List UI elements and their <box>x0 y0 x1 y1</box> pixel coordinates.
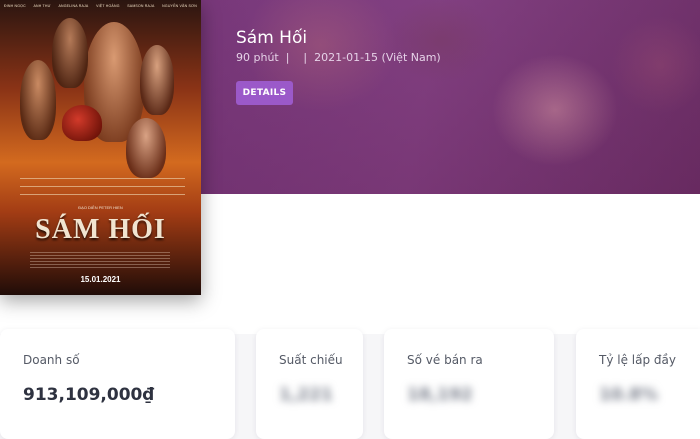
poster-director: ĐẠO DIỄN PETER HIEN <box>78 205 123 210</box>
poster-release-date: 15.01.2021 <box>80 275 121 284</box>
poster-cast-name: SAMSON RAJA <box>127 4 155 8</box>
movie-meta: 90 phút | | 2021-01-15 (Việt Nam) <box>236 51 441 64</box>
poster-title: SÁM HỐI <box>35 214 166 245</box>
boxing-glove <box>62 105 102 141</box>
ring-rope <box>20 186 185 187</box>
poster-cast-list: ĐINH NGỌC ANH THƯ ANGELINA RAJA VIỆT HOÀ… <box>4 4 197 8</box>
poster-cast-name: NGUYỄN VĂN SƠN <box>162 4 197 8</box>
stat-label: Suất chiếu <box>279 353 343 367</box>
movie-poster: ĐINH NGỌC ANH THƯ ANGELINA RAJA VIỆT HOÀ… <box>0 0 201 295</box>
stat-value: 10.8% <box>599 385 658 405</box>
stat-card-revenue: Doanh số 913,109,000₫ <box>0 329 235 439</box>
poster-figure <box>126 118 166 178</box>
poster-figure <box>20 60 56 140</box>
poster-figure <box>52 18 88 88</box>
stat-card-showtimes: Suất chiếu 1,221 <box>256 329 363 439</box>
poster-cast-name: VIỆT HOÀNG <box>96 4 120 8</box>
movie-title: Sám Hối <box>236 28 308 48</box>
stat-value: 913,109,000₫ <box>23 385 155 405</box>
stat-label: Tỷ lệ lấp đầy <box>599 353 676 367</box>
ring-rope <box>20 194 185 195</box>
stat-card-tickets: Số vé bán ra 18,192 <box>384 329 554 439</box>
details-button[interactable]: DETAILS <box>236 81 293 105</box>
poster-cast-name: ĐINH NGỌC <box>4 4 26 8</box>
poster-figure <box>140 45 174 115</box>
stat-card-occupancy: Tỷ lệ lấp đầy 10.8% <box>576 329 700 439</box>
poster-cast-name: ANGELINA RAJA <box>58 4 89 8</box>
stat-label: Doanh số <box>23 353 80 367</box>
stat-value: 18,192 <box>407 385 473 405</box>
poster-cast-name: ANH THƯ <box>33 4 51 8</box>
stat-value: 1,221 <box>279 385 333 405</box>
ring-rope <box>20 178 185 179</box>
poster-credits <box>30 252 170 268</box>
stat-label: Số vé bán ra <box>407 353 483 367</box>
